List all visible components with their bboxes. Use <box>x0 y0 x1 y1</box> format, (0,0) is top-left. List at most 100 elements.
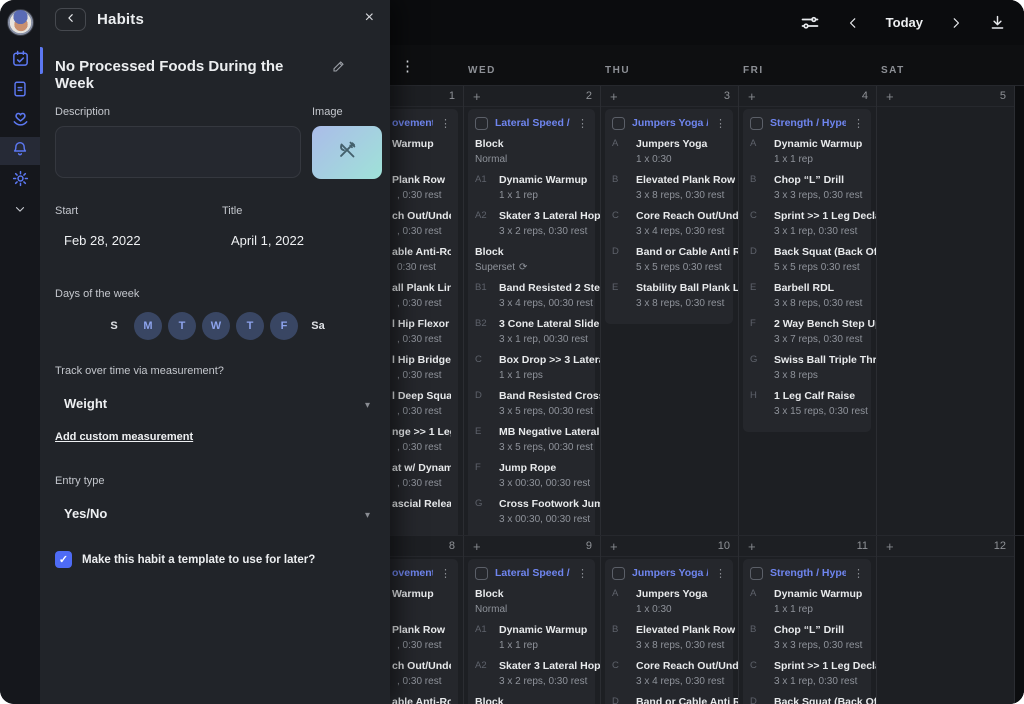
dropdown-chevron-icon[interactable]: ▾ <box>365 510 370 521</box>
measurement-select[interactable]: Weight <box>64 396 107 411</box>
exercise-name[interactable]: Jumpers Yoga <box>636 136 726 152</box>
workout-menu-kebab-icon[interactable]: ⋮ <box>440 567 451 580</box>
workout-checkbox[interactable] <box>750 567 763 580</box>
workout-menu-kebab-icon[interactable]: ⋮ <box>853 567 864 580</box>
exercise-letter: C <box>750 658 774 689</box>
exercise-name[interactable]: Back Squat (Back Off Set) <box>774 694 876 704</box>
exercise-name[interactable]: Back Squat (Back Off Set) <box>774 244 876 260</box>
sidebar-item-documents[interactable] <box>0 77 40 105</box>
close-icon[interactable]: × <box>365 9 374 27</box>
sidebar-item-settings[interactable] <box>0 167 40 195</box>
sidebar-item-health[interactable] <box>0 107 40 135</box>
exercise-name[interactable]: Stability Ball Plank Linear ... <box>636 280 738 296</box>
add-workout-button[interactable]: + <box>473 90 481 103</box>
exercise-name[interactable]: Box Drop >> 3 Lateral H... <box>499 352 600 368</box>
workout-title-link[interactable]: ovement Q... <box>392 567 433 579</box>
workout-checkbox[interactable] <box>612 117 625 130</box>
workout-title-link[interactable]: Jumpers Yoga / Core <box>632 117 708 129</box>
day-of-week-w[interactable]: W <box>202 312 230 340</box>
exercise-name[interactable]: Core Reach Out/Under <box>636 658 738 674</box>
workout-title-link[interactable]: Strength / Hypertro... <box>770 567 846 579</box>
workout-checkbox[interactable] <box>475 117 488 130</box>
exercise-name[interactable]: MB Negative Lateral Hop... <box>499 424 600 440</box>
exercise-name[interactable]: Dynamic Warmup <box>774 586 864 602</box>
exercise-name[interactable]: Jump Rope <box>499 460 590 476</box>
template-checkbox[interactable]: ✓ <box>55 551 72 568</box>
today-button[interactable]: Today <box>886 15 923 30</box>
workout-title-link[interactable]: Jumpers Yoga / Core <box>632 567 708 579</box>
exercise-name[interactable]: Elevated Plank Row <box>636 622 735 638</box>
workout-title-link[interactable]: Lateral Speed / Plyo <box>495 117 570 129</box>
workout-menu-kebab-icon[interactable]: ⋮ <box>853 117 864 130</box>
exercise-name[interactable]: Skater 3 Lateral Hops >> ... <box>499 658 600 674</box>
exercise-name[interactable]: Band or Cable Anti Rotati... <box>636 694 738 704</box>
avatar[interactable] <box>7 9 34 36</box>
exercise-name[interactable]: 2 Way Bench Step Up <box>774 316 876 332</box>
add-custom-measurement-link[interactable]: Add custom measurement <box>55 431 193 443</box>
download-icon[interactable] <box>989 14 1006 31</box>
workout-title-link[interactable]: ovement Q... <box>392 117 433 129</box>
day-of-week-sa[interactable]: Sa <box>304 312 332 340</box>
entry-type-select[interactable]: Yes/No <box>64 506 107 521</box>
workout-title-link[interactable]: Lateral Speed / Plyo <box>495 567 570 579</box>
exercise-name[interactable]: Jumpers Yoga <box>636 586 726 602</box>
exercise-name[interactable]: Dynamic Warmup <box>499 622 588 638</box>
add-workout-button[interactable]: + <box>748 90 756 103</box>
description-input[interactable] <box>55 126 301 178</box>
day-of-week-s[interactable]: S <box>100 312 128 340</box>
edit-pencil-icon[interactable] <box>331 59 346 79</box>
day-of-week-t[interactable]: T <box>236 312 264 340</box>
exercise-name[interactable]: 1 Leg Calf Raise <box>774 388 868 404</box>
exercise-name[interactable]: Band Resisted Crossover... <box>499 388 600 404</box>
exercise-name[interactable]: Band Resisted 2 Step Late... <box>499 280 600 296</box>
filter-sliders-icon[interactable] <box>800 13 820 33</box>
exercise-name[interactable]: Dynamic Warmup <box>499 172 588 188</box>
end-date-value[interactable]: April 1, 2022 <box>231 233 304 248</box>
workout-menu-kebab-icon[interactable]: ⋮ <box>577 117 588 130</box>
add-workout-button[interactable]: + <box>886 90 894 103</box>
day-of-week-f[interactable]: F <box>270 312 298 340</box>
workout-card-title-row: ovement Q... ⋮ <box>392 564 451 582</box>
back-button[interactable] <box>55 8 86 31</box>
habit-menu-kebab-icon[interactable]: ⋮ <box>400 57 415 75</box>
weekday-label-wed: WED <box>463 65 600 76</box>
next-week-button[interactable] <box>949 16 963 30</box>
day-of-week-m[interactable]: M <box>134 312 162 340</box>
exercise-name[interactable]: Skater 3 Lateral Hops >> ... <box>499 208 600 224</box>
dropdown-chevron-icon[interactable]: ▾ <box>365 400 370 411</box>
sidebar-item-notifications[interactable] <box>0 137 40 165</box>
workout-checkbox[interactable] <box>750 117 763 130</box>
exercise-name[interactable]: Elevated Plank Row <box>636 172 735 188</box>
exercise-name[interactable]: Core Reach Out/Under <box>636 208 738 224</box>
workout-title-link[interactable]: Strength / Hypertro... <box>770 117 846 129</box>
exercise-name[interactable]: Swiss Ball Triple Threat <box>774 352 876 368</box>
exercise-name[interactable]: Dynamic Warmup <box>774 136 864 152</box>
exercise-name[interactable]: 3 Cone Lateral Slide <box>499 316 599 332</box>
exercise-scheme: , 0:30 rest <box>392 224 451 239</box>
exercise-name[interactable]: Chop “L” Drill <box>774 172 864 188</box>
workout-menu-kebab-icon[interactable]: ⋮ <box>715 117 726 130</box>
exercise-name[interactable]: Band or Cable Anti Rotati... <box>636 244 738 260</box>
workout-checkbox[interactable] <box>475 567 488 580</box>
sidebar-expand[interactable] <box>0 197 40 225</box>
start-date-value[interactable]: Feb 28, 2022 <box>64 233 141 248</box>
workout-menu-kebab-icon[interactable]: ⋮ <box>577 567 588 580</box>
add-workout-button[interactable]: + <box>886 540 894 553</box>
add-workout-button[interactable]: + <box>610 540 618 553</box>
add-workout-button[interactable]: + <box>610 90 618 103</box>
sidebar-item-calendar[interactable] <box>0 47 40 75</box>
workout-menu-kebab-icon[interactable]: ⋮ <box>715 567 726 580</box>
workout-menu-kebab-icon[interactable]: ⋮ <box>440 117 451 130</box>
exercise-name[interactable]: Sprint >> 1 Leg Declarations <box>774 658 876 674</box>
exercise-name[interactable]: Barbell RDL <box>774 280 864 296</box>
day-of-week-t[interactable]: T <box>168 312 196 340</box>
add-workout-button[interactable]: + <box>473 540 481 553</box>
add-workout-button[interactable]: + <box>748 540 756 553</box>
habit-image-tile[interactable] <box>312 126 382 179</box>
exercise-name[interactable]: Cross Footwork Jump Rope <box>499 496 600 512</box>
exercise-item: DBand Resisted Crossover...3 x 5 reps, 0… <box>475 388 588 419</box>
workout-checkbox[interactable] <box>612 567 625 580</box>
exercise-name[interactable]: Chop “L” Drill <box>774 622 864 638</box>
prev-week-button[interactable] <box>846 16 860 30</box>
exercise-name[interactable]: Sprint >> 1 Leg Declarations <box>774 208 876 224</box>
